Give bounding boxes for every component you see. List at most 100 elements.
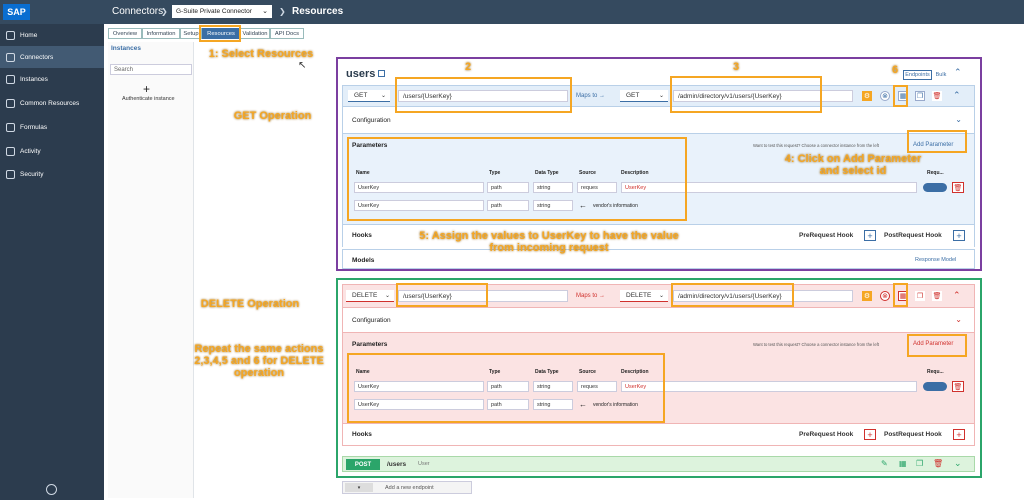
add-postrequest-hook-button[interactable]: + (953, 429, 965, 440)
response-model-link[interactable]: Response Model (915, 257, 956, 263)
nav-item-home[interactable]: Home (0, 24, 104, 46)
authenticate-instance-label[interactable]: Authenticate instance (122, 96, 175, 102)
annotation-box-target-path (670, 76, 822, 113)
connector-select-value: G-Suite Private Connector (176, 8, 252, 15)
settings-gear-icon[interactable]: ⚙ (862, 91, 872, 101)
add-prerequest-hook-button[interactable]: + (864, 230, 876, 241)
post-method-badge: POST (346, 459, 380, 470)
chevron-down-icon: ⌄ (955, 315, 962, 324)
shield-icon (6, 169, 15, 179)
copy-icon[interactable]: ❐ (916, 459, 923, 468)
chevron-right-icon: ❯ (279, 7, 286, 16)
add-endpoint-row[interactable]: ▾ Add a new endpoint (342, 481, 472, 494)
clear-icon[interactable]: ⊗ (880, 91, 890, 101)
breadcrumb-resources: Resources (292, 6, 344, 17)
activity-icon (6, 146, 15, 156)
col-required: Requ... (927, 170, 944, 176)
prerequest-hook-label: PreRequest Hook (799, 431, 854, 438)
nav-label: Common Resources (20, 99, 80, 107)
home-icon (6, 30, 15, 40)
col-required: Requ... (927, 369, 944, 375)
chevron-down-icon: ⌄ (384, 293, 390, 299)
trash-icon[interactable]: 🗑 (933, 459, 943, 468)
connectors-icon (6, 52, 15, 62)
add-instance-icon[interactable]: + (143, 82, 150, 96)
delete-configuration-row[interactable]: Configuration ⌄ (342, 308, 975, 332)
expand-icon[interactable]: ⌄ (954, 458, 962, 469)
chevron-down-icon[interactable]: ▾ (345, 483, 373, 492)
collapse-resource-icon[interactable]: ⌃ (954, 67, 962, 78)
instances-search-input[interactable]: Search (110, 64, 192, 75)
configuration-label: Configuration (352, 117, 391, 124)
chevron-down-icon: ⌄ (955, 115, 962, 124)
required-toggle[interactable] (923, 183, 947, 192)
nav-item-formulas[interactable]: Formulas (0, 116, 104, 138)
add-prerequest-hook-button[interactable]: + (864, 429, 876, 440)
trash-icon[interactable]: 🗑 (932, 91, 942, 101)
copy-icon[interactable] (378, 70, 385, 77)
get-method-select[interactable]: GET ⌄ (348, 90, 390, 102)
tab-validation[interactable]: Validation (240, 28, 270, 39)
nav-label: Security (20, 170, 44, 178)
annotation-box-add-parameter (907, 130, 967, 153)
mouse-cursor-icon: ↖ (298, 60, 307, 71)
required-toggle[interactable] (923, 382, 947, 391)
add-postrequest-hook-button[interactable]: + (953, 230, 965, 241)
nav-label: Home (20, 31, 38, 39)
param-description-input[interactable]: UserKey (621, 381, 917, 392)
save-icon[interactable]: ▦ (899, 459, 907, 468)
post-endpoint-header[interactable]: POST /users User ✎ ▦ ❐ 🗑 ⌄ (342, 456, 975, 472)
chevron-right-icon: ❯ (161, 7, 168, 16)
sap-logo[interactable]: SAP (3, 4, 30, 20)
tab-overview[interactable]: Overview (108, 28, 142, 39)
settings-gear-icon[interactable]: ⚙ (862, 291, 872, 301)
clear-icon[interactable]: ⊗ (880, 291, 890, 301)
delete-method-select[interactable]: DELETE ⌄ (346, 290, 394, 302)
annotation-delete-operation: DELETE Operation (200, 298, 300, 310)
postrequest-hook-label: PostRequest Hook (884, 232, 942, 239)
nav-label: Formulas (20, 123, 48, 131)
hooks-label: Hooks (352, 232, 372, 239)
postrequest-hook-label: PostRequest Hook (884, 431, 942, 438)
annotation-repeat: Repeat the same actions 2,3,4,5 and 6 fo… (194, 343, 324, 379)
formula-icon (6, 122, 15, 132)
tab-api-docs[interactable]: API Docs (270, 28, 304, 39)
annotation-2: 2 (464, 61, 472, 73)
nav-item-connectors[interactable]: Connectors (0, 46, 104, 68)
connector-select[interactable]: G-Suite Private Connector ⌄ (172, 5, 272, 18)
annotation-box-delete-add-parameter (907, 334, 967, 357)
copy-icon[interactable]: ❐ (915, 291, 925, 301)
nav-item-instances[interactable]: Instances (0, 68, 104, 90)
nav-item-security[interactable]: Security (0, 163, 104, 185)
annotation-box-delete-path (396, 283, 488, 307)
get-target-method-select[interactable]: GET ⌄ (620, 90, 668, 102)
settings-gear-icon[interactable] (46, 484, 57, 495)
chevron-down-icon: ⌄ (262, 8, 268, 15)
maps-to-label: Maps to → (576, 293, 606, 299)
get-method-value: GET (354, 92, 368, 99)
models-label: Models (352, 257, 375, 264)
prerequest-hook-label: PreRequest Hook (799, 232, 854, 239)
endpoints-toggle[interactable]: Endpoints (903, 70, 932, 80)
trash-icon[interactable]: 🗑 (932, 291, 942, 301)
delete-param-icon[interactable]: 🗑 (952, 381, 964, 392)
nav-label: Connectors (20, 53, 54, 61)
edit-icon[interactable]: ✎ (881, 459, 888, 468)
instances-panel: Instances Search + Authenticate instance (108, 42, 194, 498)
maps-to-label: Maps to → (576, 93, 606, 99)
annotation-get-operation: GET Operation (233, 110, 312, 122)
delete-target-method-select[interactable]: DELETE ⌄ (620, 290, 668, 302)
breadcrumb-connectors[interactable]: Connectors (112, 6, 163, 17)
nav-item-common-resources[interactable]: Common Resources (0, 92, 104, 114)
post-label: User (418, 461, 430, 467)
post-path: /users (387, 461, 407, 468)
nav-label: Activity (20, 147, 41, 155)
nav-item-activity[interactable]: Activity (0, 140, 104, 162)
collapse-endpoint-icon[interactable]: ⌃ (953, 90, 961, 101)
bulk-toggle[interactable]: Bulk (934, 70, 948, 80)
copy-icon[interactable]: ❐ (915, 91, 925, 101)
resource-name: users (346, 68, 376, 80)
collapse-endpoint-icon[interactable]: ⌃ (953, 290, 961, 301)
tab-information[interactable]: Information (142, 28, 180, 39)
delete-param-icon[interactable]: 🗑 (952, 182, 964, 193)
